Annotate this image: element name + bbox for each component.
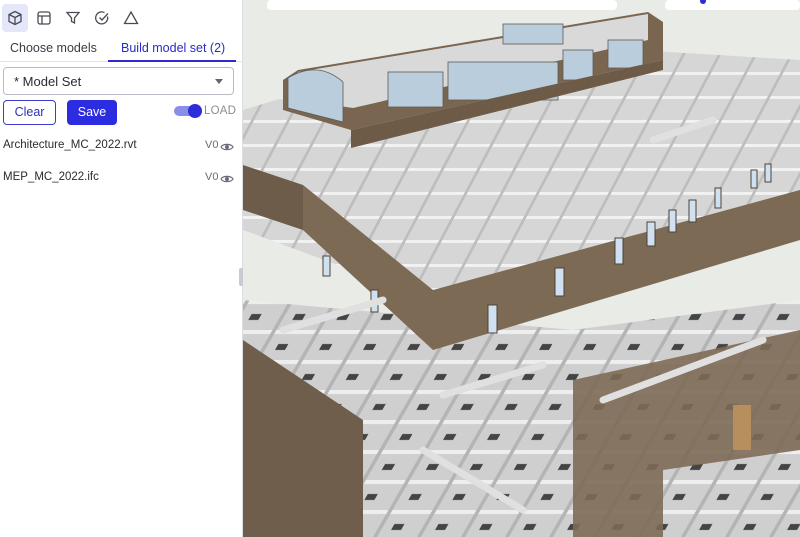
layout-icon[interactable] bbox=[31, 4, 57, 32]
model-name: Architecture_MC_2022.rvt bbox=[3, 139, 137, 151]
save-button[interactable]: Save bbox=[67, 100, 117, 125]
warning-triangle-icon[interactable] bbox=[118, 4, 144, 32]
model-panel: Choose models Build model set (2) * Mode… bbox=[0, 0, 243, 537]
check-circle-icon[interactable] bbox=[89, 4, 115, 32]
tab-bar: Choose models Build model set (2) bbox=[0, 38, 243, 62]
tab-build-model-set[interactable]: Build model set (2) bbox=[121, 38, 225, 60]
active-tab-indicator bbox=[108, 60, 236, 62]
model-set-select[interactable]: * Model Set bbox=[3, 67, 234, 95]
building-model-render bbox=[243, 0, 800, 537]
model-row[interactable]: Architecture_MC_2022.rvt V0 bbox=[0, 137, 243, 157]
panel-toolbar bbox=[0, 0, 243, 36]
chevron-down-icon bbox=[215, 79, 223, 84]
3d-viewport[interactable] bbox=[243, 0, 800, 537]
model-version: V0 bbox=[205, 171, 219, 183]
cube-icon[interactable] bbox=[2, 4, 28, 32]
clear-button[interactable]: Clear bbox=[3, 100, 56, 125]
eye-icon[interactable] bbox=[220, 141, 234, 153]
tab-choose-models[interactable]: Choose models bbox=[10, 38, 97, 60]
eye-icon[interactable] bbox=[220, 173, 234, 185]
load-toggle-label: LOAD bbox=[204, 105, 237, 117]
model-row[interactable]: MEP_MC_2022.ifc V0 bbox=[0, 169, 243, 189]
load-toggle-knob bbox=[188, 104, 202, 118]
model-set-select-value: * Model Set bbox=[14, 74, 82, 89]
model-version: V0 bbox=[205, 139, 219, 151]
load-toggle[interactable] bbox=[174, 104, 202, 118]
model-name: MEP_MC_2022.ifc bbox=[3, 171, 99, 183]
filter-icon[interactable] bbox=[60, 4, 86, 32]
